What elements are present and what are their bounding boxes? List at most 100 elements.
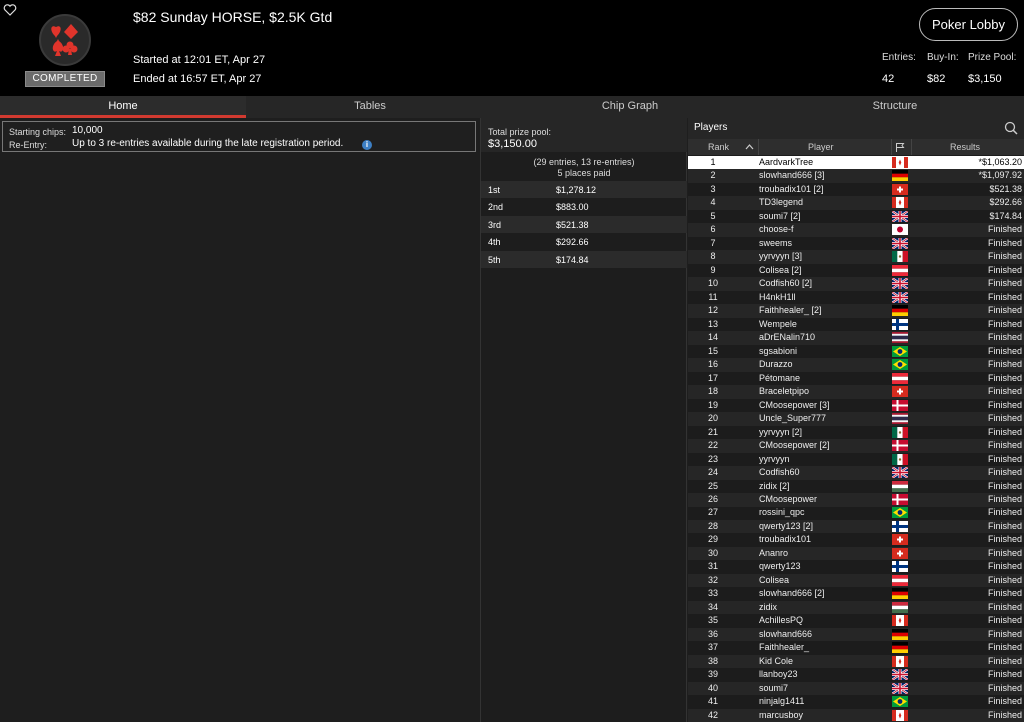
player-row[interactable]: 32 Colisea Finished <box>688 573 1024 588</box>
player-column-header[interactable]: Player <box>808 142 834 152</box>
player-result: Finished <box>987 682 1022 693</box>
flag-column-icon[interactable] <box>895 142 905 152</box>
player-row[interactable]: 35 AchillesPQ Finished <box>688 614 1024 628</box>
country-flag-icon <box>892 224 908 236</box>
player-row[interactable]: 5 soumi7 [2] $174.84 <box>688 210 1024 224</box>
poker-lobby-button[interactable]: Poker Lobby <box>919 8 1018 41</box>
player-result: Finished <box>987 561 1022 572</box>
player-row[interactable]: 27 rossini_qpc Finished <box>688 506 1024 520</box>
player-rank: 29 <box>707 534 718 545</box>
player-row[interactable]: 28 qwerty123 [2] Finished <box>688 519 1024 534</box>
player-rank: 1 <box>710 157 716 167</box>
player-row[interactable]: 36 slowhand666 Finished <box>688 627 1024 642</box>
player-rank: 4 <box>710 197 716 208</box>
player-rank: 24 <box>707 467 718 478</box>
player-name: marcusboy <box>759 709 804 720</box>
column-separator <box>758 139 759 155</box>
player-row[interactable]: 14 aDrENalin710 Finished <box>688 331 1024 345</box>
prize-place: 4th <box>488 237 501 248</box>
country-flag-icon <box>892 480 908 492</box>
player-name: slowhand666 <box>759 628 813 639</box>
tab-structure[interactable]: Structure <box>770 96 1020 118</box>
starting-chips-value: 10,000 <box>72 125 103 136</box>
player-row[interactable]: 29 troubadix101 Finished <box>688 533 1024 547</box>
player-row[interactable]: 25 zidix [2] Finished <box>688 480 1024 494</box>
player-row[interactable]: 33 slowhand666 [2] Finished <box>688 587 1024 601</box>
player-row[interactable]: 4 TD3legend $292.66 <box>688 196 1024 210</box>
player-row[interactable]: 19 CMoosepower [3] Finished <box>688 399 1024 413</box>
player-rank: 35 <box>707 615 718 626</box>
player-result: Finished <box>987 237 1022 248</box>
player-rank: 2 <box>710 170 716 181</box>
player-row[interactable]: 26 CMoosepower Finished <box>688 493 1024 507</box>
info-icon[interactable]: i <box>362 140 372 150</box>
player-name: Pétomane <box>759 372 801 383</box>
player-row[interactable]: 31 qwerty123 Finished <box>688 560 1024 574</box>
favorite-heart-icon[interactable] <box>3 3 17 17</box>
player-row[interactable]: 42 marcusboy Finished <box>688 708 1024 722</box>
player-row[interactable]: 20 Uncle_Super777 Finished <box>688 412 1024 426</box>
prize-pool-label: Prize Pool: <box>968 52 1017 63</box>
country-flag-icon <box>892 588 908 600</box>
player-row[interactable]: 8 yyrvyyn [3] Finished <box>688 250 1024 264</box>
tab-tables[interactable]: Tables <box>246 96 494 118</box>
reentry-value: Up to 3 re-entries available during the … <box>72 138 344 149</box>
tab-home[interactable]: Home <box>0 96 246 118</box>
player-row[interactable]: 18 Braceletpipo Finished <box>688 385 1024 399</box>
player-result: Finished <box>987 534 1022 545</box>
country-flag-icon <box>892 615 908 627</box>
country-flag-icon <box>892 440 908 452</box>
player-row[interactable]: 24 Codfish60 Finished <box>688 466 1024 480</box>
player-result: $292.66 <box>989 197 1022 208</box>
sort-ascending-icon[interactable] <box>745 143 754 151</box>
places-paid-note: 5 places paid <box>557 168 611 178</box>
prize-place: 5th <box>488 254 501 265</box>
player-row[interactable]: 41 ninjalg1411 Finished <box>688 695 1024 709</box>
player-row[interactable]: 16 Durazzo Finished <box>688 358 1024 372</box>
player-result: Finished <box>987 278 1022 289</box>
player-result: $521.38 <box>989 183 1022 194</box>
player-row[interactable]: 22 CMoosepower [2] Finished <box>688 439 1024 453</box>
player-row[interactable]: 11 H4nkH1ll Finished <box>688 291 1024 305</box>
country-flag-icon <box>892 251 908 263</box>
country-flag-icon <box>892 453 908 465</box>
player-row[interactable]: 10 Codfish60 [2] Finished <box>688 277 1024 291</box>
tab-chip-graph[interactable]: Chip Graph <box>510 96 750 118</box>
player-row[interactable]: 15 sgsabioni Finished <box>688 345 1024 359</box>
player-row[interactable]: 23 yyrvyyn Finished <box>688 453 1024 467</box>
player-row[interactable]: 38 Kid Cole Finished <box>688 654 1024 669</box>
player-row[interactable]: 30 Ananro Finished <box>688 546 1024 561</box>
player-row[interactable]: 13 Wempele Finished <box>688 318 1024 332</box>
player-rank: 16 <box>707 359 718 370</box>
player-rank: 18 <box>707 386 718 397</box>
prize-amount: $1,278.12 <box>556 185 597 195</box>
country-flag-icon <box>892 696 908 708</box>
player-row[interactable]: 21 yyrvyyn [2] Finished <box>688 426 1024 440</box>
player-name: yyrvyyn [3] <box>759 251 803 262</box>
player-name: choose-f <box>759 224 794 235</box>
player-row[interactable]: 34 zidix Finished <box>688 600 1024 615</box>
rank-column-header[interactable]: Rank <box>708 142 729 152</box>
player-rank: 6 <box>710 224 716 235</box>
starting-chips-label: Starting chips: <box>9 127 67 137</box>
player-row[interactable]: 6 choose-f Finished <box>688 223 1024 237</box>
player-row[interactable]: 3 troubadix101 [2] $521.38 <box>688 183 1024 197</box>
player-row[interactable]: 37 Faithhealer_ Finished <box>688 641 1024 655</box>
player-row[interactable]: 12 Faithhealer_ [2] Finished <box>688 304 1024 318</box>
country-flag-icon <box>892 237 908 249</box>
player-row[interactable]: 1 AardvarkTree *$1,063.20 <box>688 156 1024 170</box>
player-row[interactable]: 39 llanboy23 Finished <box>688 668 1024 682</box>
player-row[interactable]: 7 sweems Finished <box>688 237 1024 251</box>
player-result: Finished <box>987 669 1022 680</box>
player-row[interactable]: 40 soumi7 Finished <box>688 681 1024 696</box>
country-flag-icon <box>892 520 908 532</box>
player-row[interactable]: 9 Colisea [2] Finished <box>688 264 1024 278</box>
country-flag-icon <box>892 574 908 586</box>
player-row[interactable]: 17 Pétomane Finished <box>688 372 1024 386</box>
player-row[interactable]: 2 slowhand666 [3] *$1,097.92 <box>688 169 1024 183</box>
results-column-header[interactable]: Results <box>950 142 980 152</box>
player-name: Codfish60 [2] <box>759 278 813 289</box>
prize-panel: Total prize pool: $3,150.00 (29 entries,… <box>480 118 687 722</box>
player-result: Finished <box>987 264 1022 275</box>
search-icon[interactable] <box>1004 121 1018 135</box>
